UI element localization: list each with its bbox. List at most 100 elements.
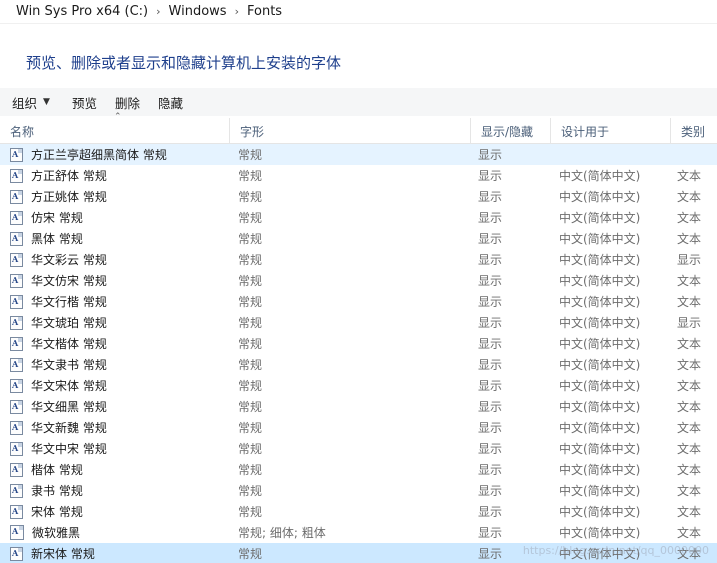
font-show-cell: 显示 xyxy=(478,274,503,288)
breadcrumb-item-fonts[interactable]: Fonts xyxy=(247,4,282,19)
breadcrumb-item-drive[interactable]: Win Sys Pro x64 (C:) xyxy=(16,4,148,19)
font-design-cell: 中文(简体中文) xyxy=(559,358,641,372)
chevron-down-icon: ▼ xyxy=(43,97,50,107)
list-item[interactable]: 华文新魏 常规 常规 显示 中文(简体中文) 文本 xyxy=(0,417,717,438)
list-item[interactable]: 华文彩云 常规 常规 显示 中文(简体中文) 显示 xyxy=(0,249,717,270)
font-name-label: 新宋体 常规 xyxy=(31,547,95,561)
font-style-cell: 常规 xyxy=(238,253,263,267)
font-name-cell: 华文仿宋 常规 xyxy=(0,270,230,291)
column-header-show-hide[interactable]: 显示/隐藏 xyxy=(471,118,551,144)
sort-ascending-icon: ⌃ xyxy=(114,112,122,122)
list-item[interactable]: 仿宋 常规 常规 显示 中文(简体中文) 文本 xyxy=(0,207,717,228)
font-style-cell: 常规 xyxy=(238,463,263,477)
font-show-cell: 显示 xyxy=(478,190,503,204)
list-item[interactable]: 方正舒体 常规 常规 显示 中文(简体中文) 文本 xyxy=(0,165,717,186)
font-show-cell: 显示 xyxy=(478,316,503,330)
font-name-label: 方正兰亭超细黑简体 常规 xyxy=(31,148,167,162)
list-item[interactable]: 华文宋体 常规 常规 显示 中文(简体中文) 文本 xyxy=(0,375,717,396)
font-show-cell: 显示 xyxy=(478,169,503,183)
font-show-cell: 显示 xyxy=(478,484,503,498)
font-category-cell xyxy=(671,144,717,165)
font-name-label: 华文行楷 常规 xyxy=(31,295,107,309)
organize-label: 组织 xyxy=(12,95,38,111)
column-header-category[interactable]: 类别 xyxy=(671,118,717,144)
breadcrumb-separator-icon: › xyxy=(156,5,161,18)
font-style-cell: 常规 xyxy=(238,442,263,456)
font-category-cell: 文本 xyxy=(677,505,702,519)
font-name-label: 华文细黑 常规 xyxy=(31,400,107,414)
font-show-cell: 显示 xyxy=(478,232,503,246)
font-style-cell: 常规 xyxy=(238,547,263,561)
font-file-icon xyxy=(10,420,23,435)
list-item[interactable]: 宋体 常规 常规 显示 中文(简体中文) 文本 xyxy=(0,501,717,522)
column-header-name[interactable]: ⌃ 名称 xyxy=(0,112,230,144)
font-file-icon xyxy=(10,210,23,225)
font-file-icon xyxy=(10,336,23,351)
list-item[interactable]: 华文楷体 常规 常规 显示 中文(简体中文) 文本 xyxy=(0,333,717,354)
font-show-cell: 显示 xyxy=(478,505,503,519)
font-category-cell: 文本 xyxy=(677,211,702,225)
font-show-cell: 显示 xyxy=(478,442,503,456)
list-item[interactable]: 方正兰亭超细黑简体 常规 常规 显示 xyxy=(0,144,717,165)
breadcrumb: Win Sys Pro x64 (C:) › Windows › Fonts xyxy=(0,0,717,24)
font-show-cell: 显示 xyxy=(478,526,503,540)
font-category-cell: 文本 xyxy=(677,400,702,414)
font-style-cell: 常规 xyxy=(238,316,263,330)
font-show-cell: 显示 xyxy=(478,295,503,309)
font-name-cell: 楷体 常规 xyxy=(0,459,230,480)
hide-button[interactable]: 隐藏 xyxy=(154,91,187,114)
font-name-label: 华文彩云 常规 xyxy=(31,253,107,267)
list-item[interactable]: 华文行楷 常规 常规 显示 中文(简体中文) 文本 xyxy=(0,291,717,312)
font-name-label: 华文中宋 常规 xyxy=(31,442,107,456)
list-item[interactable]: 楷体 常规 常规 显示 中文(简体中文) 文本 xyxy=(0,459,717,480)
breadcrumb-item-windows[interactable]: Windows xyxy=(169,4,227,19)
font-file-icon xyxy=(10,399,23,414)
delete-button[interactable]: 删除 xyxy=(111,91,144,114)
font-name-label: 华文隶书 常规 xyxy=(31,358,107,372)
list-item[interactable]: 华文细黑 常规 常规 显示 中文(简体中文) 文本 xyxy=(0,396,717,417)
font-style-cell: 常规 xyxy=(238,379,263,393)
font-category-cell: 文本 xyxy=(677,337,702,351)
list-item[interactable]: 华文仿宋 常规 常规 显示 中文(简体中文) 文本 xyxy=(0,270,717,291)
font-style-cell: 常规 xyxy=(238,211,263,225)
font-category-cell: 文本 xyxy=(677,463,702,477)
font-name-cell: 黑体 常规 xyxy=(0,228,230,249)
list-item[interactable]: 黑体 常规 常规 显示 中文(简体中文) 文本 xyxy=(0,228,717,249)
font-show-cell: 显示 xyxy=(478,148,503,162)
font-category-cell: 文本 xyxy=(677,274,702,288)
font-file-icon xyxy=(10,462,23,477)
font-name-label: 华文仿宋 常规 xyxy=(31,274,107,288)
font-name-label: 华文楷体 常规 xyxy=(31,337,107,351)
font-style-cell: 常规; 细体; 粗体 xyxy=(238,526,326,540)
font-design-cell: 中文(简体中文) xyxy=(559,463,641,477)
font-name-label: 华文新魏 常规 xyxy=(31,421,107,435)
font-category-cell: 显示 xyxy=(677,316,702,330)
font-name-cell: 微软雅黑 xyxy=(0,522,230,543)
list-item[interactable]: 华文隶书 常规 常规 显示 中文(简体中文) 文本 xyxy=(0,354,717,375)
column-header-style[interactable]: 字形 xyxy=(230,118,471,144)
font-file-icon xyxy=(10,378,23,393)
font-name-cell: 仿宋 常规 xyxy=(0,207,230,228)
font-design-cell xyxy=(551,144,671,165)
font-file-icon xyxy=(10,189,23,204)
font-file-icon xyxy=(10,483,23,498)
list-item[interactable]: 华文琥珀 常规 常规 显示 中文(简体中文) 显示 xyxy=(0,312,717,333)
list-item[interactable]: 微软雅黑 常规; 细体; 粗体 显示 中文(简体中文) 文本 xyxy=(0,522,717,543)
font-name-cell: 华文琥珀 常规 xyxy=(0,312,230,333)
list-item[interactable]: 隶书 常规 常规 显示 中文(简体中文) 文本 xyxy=(0,480,717,501)
list-item[interactable]: 方正姚体 常规 常规 显示 中文(简体中文) 文本 xyxy=(0,186,717,207)
font-name-label: 方正姚体 常规 xyxy=(31,190,107,204)
font-design-cell: 中文(简体中文) xyxy=(559,400,641,414)
font-design-cell: 中文(简体中文) xyxy=(559,421,641,435)
preview-button[interactable]: 预览 xyxy=(68,91,101,114)
font-file-icon xyxy=(10,252,23,267)
font-name-label: 黑体 常规 xyxy=(31,232,83,246)
font-file-icon xyxy=(10,504,23,519)
font-list: 方正兰亭超细黑简体 常规常规显示方正舒体 常规常规显示中文(简体中文)文本方正姚… xyxy=(0,144,717,563)
font-show-cell: 显示 xyxy=(478,379,503,393)
list-item[interactable]: 华文中宋 常规 常规 显示 中文(简体中文) 文本 xyxy=(0,438,717,459)
organize-button[interactable]: 组织 ▼ xyxy=(8,91,54,114)
column-header-designed-for[interactable]: 设计用于 xyxy=(551,118,671,144)
font-name-label: 楷体 常规 xyxy=(31,463,83,477)
font-name-cell: 华文楷体 常规 xyxy=(0,333,230,354)
